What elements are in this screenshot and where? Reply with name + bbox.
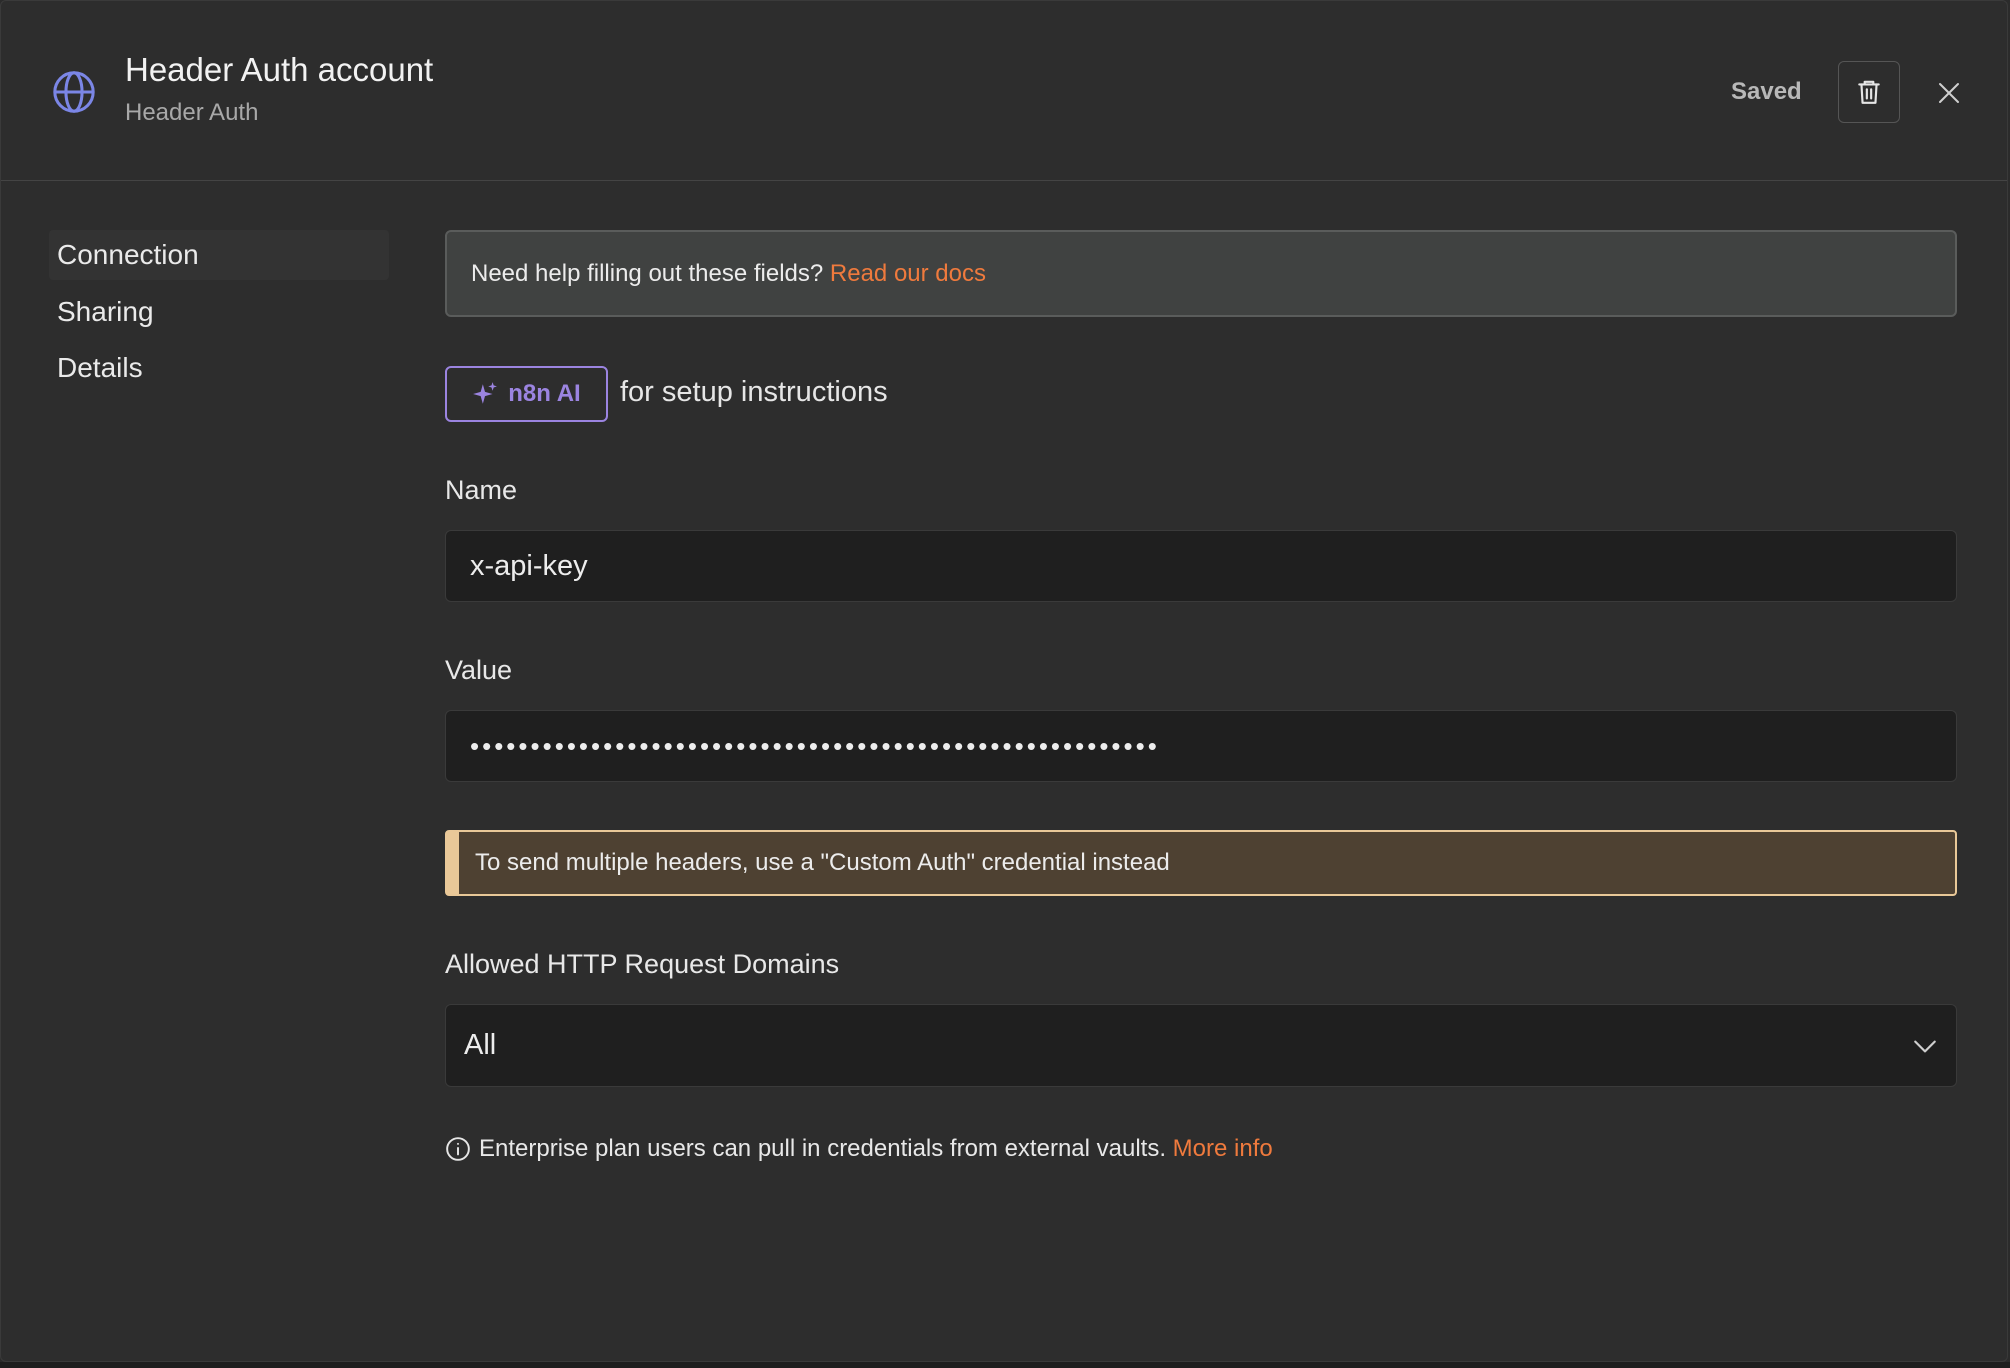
warning-callout: To send multiple headers, use a "Custom … bbox=[445, 830, 1957, 896]
close-icon bbox=[1939, 83, 1959, 103]
delete-button[interactable] bbox=[1838, 61, 1900, 123]
name-input[interactable]: x-api-key bbox=[445, 530, 1957, 602]
close-button[interactable] bbox=[1929, 73, 1969, 113]
n8n-ai-label: n8n AI bbox=[508, 380, 581, 407]
value-label: Value bbox=[445, 655, 513, 685]
n8n-ai-button[interactable]: n8n AI bbox=[445, 366, 608, 422]
name-label: Name bbox=[445, 475, 518, 505]
modal-title: Header Auth account bbox=[125, 51, 434, 88]
modal-header: Header Auth account Header Auth Saved bbox=[1, 1, 2007, 181]
saved-status: Saved bbox=[1731, 78, 1802, 105]
domains-select[interactable]: All bbox=[445, 1004, 1957, 1087]
sidebar-item-connection[interactable]: Connection bbox=[49, 230, 389, 280]
ai-setup-text: for setup instructions bbox=[620, 376, 888, 408]
more-info-link[interactable]: More info bbox=[1173, 1135, 1273, 1162]
info-icon bbox=[446, 1137, 470, 1161]
chevron-down-icon bbox=[1914, 1040, 1936, 1053]
domains-label: Allowed HTTP Request Domains bbox=[445, 949, 840, 979]
trash-icon bbox=[1858, 80, 1880, 104]
external-vaults-info: Enterprise plan users can pull in creden… bbox=[445, 1135, 1273, 1163]
background-strip bbox=[0, 1362, 2010, 1368]
help-text: Need help filling out these fields? bbox=[471, 260, 830, 287]
globe-icon bbox=[53, 71, 95, 113]
help-callout: Need help filling out these fields? Read… bbox=[445, 230, 1957, 317]
modal-subtitle: Header Auth bbox=[125, 99, 259, 126]
credential-modal: Header Auth account Header Auth Saved Co… bbox=[0, 0, 2008, 1362]
sparkle-icon bbox=[473, 382, 498, 404]
info-text: Enterprise plan users can pull in creden… bbox=[479, 1135, 1173, 1162]
sidebar-item-sharing[interactable]: Sharing bbox=[49, 287, 389, 337]
read-docs-link[interactable]: Read our docs bbox=[830, 260, 986, 287]
value-password-input[interactable]: ••••••••••••••••••••••••••••••••••••••••… bbox=[445, 710, 1957, 782]
domains-selected-value: All bbox=[464, 1029, 497, 1061]
sidebar-item-details[interactable]: Details bbox=[49, 343, 389, 393]
